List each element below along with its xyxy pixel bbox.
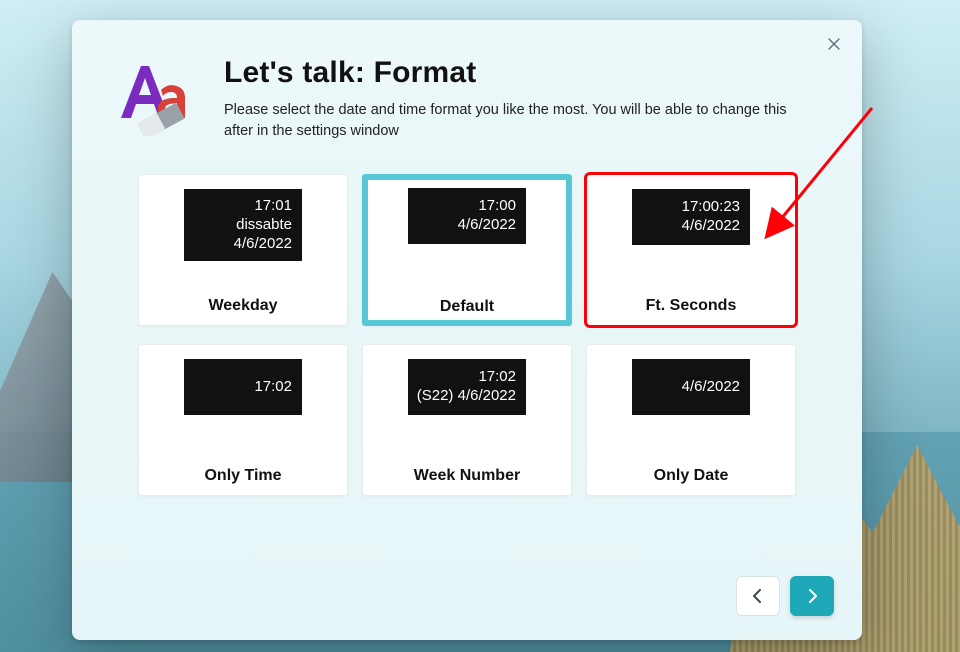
format-preview: 17:02 (S22) 4/6/2022 — [408, 359, 526, 415]
preview-line: 4/6/2022 — [682, 217, 740, 236]
format-options-grid: 17:01 dissabte 4/6/2022 Weekday 17:00 4/… — [72, 148, 862, 496]
next-button[interactable] — [790, 576, 834, 616]
preview-line: 17:01 — [254, 197, 292, 216]
format-aa-icon — [115, 62, 193, 136]
preview-line: 17:00:23 — [682, 198, 740, 217]
format-card-label: Only Date — [654, 453, 729, 485]
close-icon — [828, 38, 840, 50]
dialog-header: Let's talk: Format Please select the dat… — [72, 20, 862, 148]
preview-line: 17:02 — [478, 368, 516, 387]
format-preview: 17:01 dissabte 4/6/2022 — [184, 189, 302, 261]
dialog-description: Please select the date and time format y… — [224, 100, 806, 142]
close-button[interactable] — [820, 30, 848, 58]
chevron-right-icon — [806, 589, 818, 603]
app-logo — [112, 56, 196, 142]
preview-line: (S22) 4/6/2022 — [417, 387, 516, 406]
prev-button[interactable] — [736, 576, 780, 616]
preview-line: dissabte — [236, 216, 292, 235]
format-card-label: Ft. Seconds — [646, 283, 737, 315]
chevron-left-icon — [752, 589, 764, 603]
format-card-default[interactable]: 17:00 4/6/2022 Default — [362, 174, 572, 326]
format-card-ft-seconds[interactable]: 17:00:23 4/6/2022 Ft. Seconds — [586, 174, 796, 326]
preview-line: 17:02 — [254, 378, 292, 397]
format-preview: 17:00 4/6/2022 — [408, 188, 526, 244]
preview-line: 4/6/2022 — [682, 378, 740, 397]
format-preview: 17:00:23 4/6/2022 — [632, 189, 750, 245]
preview-line: 17:00 — [478, 197, 516, 216]
format-card-label: Weekday — [208, 283, 277, 315]
format-card-only-date[interactable]: 4/6/2022 Only Date — [586, 344, 796, 496]
preview-line: 4/6/2022 — [458, 216, 516, 235]
dialog-nav — [736, 576, 834, 616]
setup-dialog: Let's talk: Format Please select the dat… — [72, 20, 862, 640]
format-preview: 4/6/2022 — [632, 359, 750, 415]
format-card-label: Week Number — [414, 453, 520, 485]
format-card-weekday[interactable]: 17:01 dissabte 4/6/2022 Weekday — [138, 174, 348, 326]
format-card-label: Default — [440, 284, 494, 316]
format-card-label: Only Time — [204, 453, 281, 485]
format-card-week-number[interactable]: 17:02 (S22) 4/6/2022 Week Number — [362, 344, 572, 496]
format-preview: 17:02 — [184, 359, 302, 415]
preview-line: 4/6/2022 — [234, 235, 292, 254]
format-card-only-time[interactable]: 17:02 Only Time — [138, 344, 348, 496]
dialog-title: Let's talk: Format — [224, 56, 806, 90]
